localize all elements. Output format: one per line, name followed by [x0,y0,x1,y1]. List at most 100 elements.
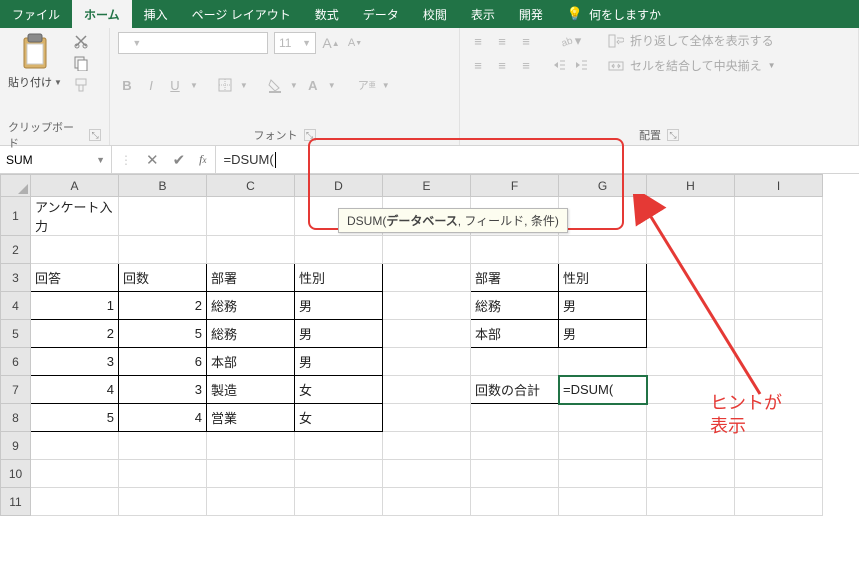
cell-A8[interactable]: 5 [31,404,119,432]
format-painter-icon[interactable] [72,76,90,94]
cell-F10[interactable] [471,460,559,488]
tab-data[interactable]: データ [351,0,411,28]
cell-H7[interactable] [647,376,735,404]
cell-E10[interactable] [383,460,471,488]
cell-D9[interactable] [295,432,383,460]
cell-A7[interactable]: 4 [31,376,119,404]
col-header-B[interactable]: B [119,175,207,197]
italic-button[interactable]: I [142,76,160,94]
cell-E7[interactable] [383,376,471,404]
tab-insert[interactable]: 挿入 [132,0,180,28]
cell-G9[interactable] [559,432,647,460]
cell-C10[interactable] [207,460,295,488]
cell-C6[interactable]: 本部 [207,348,295,376]
row-header-11[interactable]: 11 [1,488,31,516]
wrap-text-button[interactable]: 折り返して全体を表示する [608,32,776,49]
cell-C3[interactable]: 部署 [207,264,295,292]
cell-A5[interactable]: 2 [31,320,119,348]
cell-F5[interactable]: 本部 [471,320,559,348]
row-header-4[interactable]: 4 [1,292,31,320]
cell-E4[interactable] [383,292,471,320]
cell-D2[interactable] [295,236,383,264]
cell-E2[interactable] [383,236,471,264]
cell-C11[interactable] [207,488,295,516]
select-all-corner[interactable] [1,175,31,197]
font-size-combo[interactable]: 11 ▼ [274,32,316,54]
cell-B5[interactable]: 5 [119,320,207,348]
cell-D8[interactable]: 女 [295,404,383,432]
cell-I11[interactable] [735,488,823,516]
cell-C2[interactable] [207,236,295,264]
cell-H8[interactable] [647,404,735,432]
paste-label[interactable]: 貼り付け [8,74,52,90]
cell-F7[interactable]: 回数の合計 [471,376,559,404]
cell-C1[interactable] [207,197,295,236]
cell-F11[interactable] [471,488,559,516]
cell-I3[interactable] [735,264,823,292]
cell-A10[interactable] [31,460,119,488]
cell-I5[interactable] [735,320,823,348]
cell-G3[interactable]: 性別 [559,264,647,292]
chevron-down-icon[interactable]: ▼ [290,81,298,90]
underline-button[interactable]: U [166,76,184,94]
orientation-icon[interactable]: ab▾ [550,32,590,50]
col-header-F[interactable]: F [471,175,559,197]
align-left-icon[interactable]: ≡ [468,56,488,74]
row-header-9[interactable]: 9 [1,432,31,460]
cell-F2[interactable] [471,236,559,264]
row-header-2[interactable]: 2 [1,236,31,264]
col-header-A[interactable]: A [31,175,119,197]
cell-I9[interactable] [735,432,823,460]
cell-A2[interactable] [31,236,119,264]
cell-G1[interactable] [559,197,647,236]
cell-E6[interactable] [383,348,471,376]
tab-file[interactable]: ファイル [0,0,72,28]
cell-I6[interactable] [735,348,823,376]
row-header-7[interactable]: 7 [1,376,31,404]
cell-H3[interactable] [647,264,735,292]
cell-H5[interactable] [647,320,735,348]
cell-B1[interactable] [119,197,207,236]
font-color-icon[interactable]: A [304,76,322,94]
col-header-H[interactable]: H [647,175,735,197]
cell-A4[interactable]: 1 [31,292,119,320]
cell-C5[interactable]: 総務 [207,320,295,348]
bold-button[interactable]: B [118,76,136,94]
cell-C8[interactable]: 営業 [207,404,295,432]
cell-D3[interactable]: 性別 [295,264,383,292]
borders-icon[interactable] [216,76,234,94]
col-header-E[interactable]: E [383,175,471,197]
cell-I2[interactable] [735,236,823,264]
cell-B3[interactable]: 回数 [119,264,207,292]
tab-page-layout[interactable]: ページ レイアウト [180,0,303,28]
phonetic-icon[interactable]: ア亜 [358,76,376,94]
col-header-G[interactable]: G [559,175,647,197]
cell-D7[interactable]: 女 [295,376,383,404]
cell-A9[interactable] [31,432,119,460]
fx-icon[interactable]: fx [199,152,206,167]
cell-F6[interactable] [471,348,559,376]
cell-G5[interactable]: 男 [559,320,647,348]
tab-developer[interactable]: 開発 [507,0,555,28]
cell-I8[interactable] [735,404,823,432]
cell-C7[interactable]: 製造 [207,376,295,404]
cell-B11[interactable] [119,488,207,516]
cell-B6[interactable]: 6 [119,348,207,376]
font-name-combo[interactable]: ▼ [118,32,268,54]
cell-G4[interactable]: 男 [559,292,647,320]
row-header-3[interactable]: 3 [1,264,31,292]
cell-G11[interactable] [559,488,647,516]
increase-indent-icon[interactable] [572,56,590,74]
cell-A1[interactable]: アンケート入力 [31,197,119,236]
increase-font-icon[interactable]: A▲ [322,34,340,52]
row-header-10[interactable]: 10 [1,460,31,488]
cell-H2[interactable] [647,236,735,264]
col-header-C[interactable]: C [207,175,295,197]
cell-E11[interactable] [383,488,471,516]
align-top-icon[interactable]: ≡ [468,32,488,50]
cell-H6[interactable] [647,348,735,376]
tell-me[interactable]: 💡 何をしますか [555,0,673,28]
cell-C9[interactable] [207,432,295,460]
cell-I7[interactable] [735,376,823,404]
cell-G10[interactable] [559,460,647,488]
